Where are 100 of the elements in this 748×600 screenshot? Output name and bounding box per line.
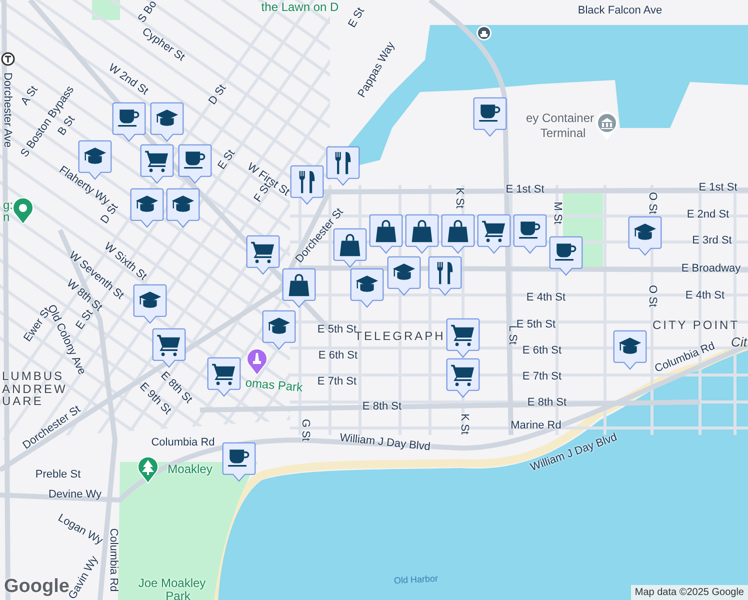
street-name: O St	[646, 192, 658, 214]
street-name: E 7th St	[522, 372, 562, 382]
graduation-cap-icon	[634, 224, 656, 240]
park-name: Park	[166, 590, 190, 600]
street-name: E 6th St	[522, 346, 562, 356]
shopping-bag-map-pin[interactable]	[333, 228, 367, 268]
street-name: E St	[74, 308, 96, 332]
shopping-bag-map-pin[interactable]	[369, 214, 403, 254]
street-name: K St	[454, 188, 464, 208]
street-name: Dorchester Ave	[2, 72, 12, 148]
fork-knife-map-pin[interactable]	[326, 146, 360, 186]
neighborhood-name: TELEGRAPH	[354, 330, 446, 342]
street-name: E 3rd St	[692, 236, 732, 246]
cup-icon	[184, 152, 206, 169]
place-name: Cit	[731, 336, 747, 348]
graduation-cap-map-pin[interactable]	[150, 102, 184, 142]
cup-map-pin[interactable]	[473, 97, 507, 137]
fork-knife-icon	[299, 170, 315, 194]
street-name: E St	[347, 6, 367, 30]
street-name: M St	[552, 202, 562, 224]
cup-map-pin[interactable]	[112, 102, 146, 142]
street-name: E 4th St	[685, 290, 725, 302]
shopping-bag-icon	[412, 220, 432, 242]
shopping-cart-icon	[212, 364, 236, 386]
shopping-cart-map-pin[interactable]	[140, 144, 174, 184]
street-name: William J Day Blvd	[529, 432, 619, 474]
shopping-bag-map-pin[interactable]	[405, 214, 439, 254]
neighborhood-name: UARE	[2, 395, 44, 407]
shopping-cart-icon	[157, 334, 180, 356]
graduation-cap-icon	[138, 292, 162, 308]
street-name: K St	[458, 414, 470, 434]
shopping-cart-map-pin[interactable]	[446, 358, 480, 398]
graduation-cap-map-pin[interactable]	[133, 284, 167, 324]
transit-station-icon	[1, 52, 15, 66]
fork-knife-map-pin[interactable]	[290, 165, 324, 205]
graduation-cap-icon	[392, 264, 416, 280]
graduation-cap-icon	[172, 196, 194, 212]
cup-icon	[518, 222, 540, 239]
street-name: W 2nd St	[106, 62, 150, 98]
shopping-cart-map-pin[interactable]	[152, 328, 186, 368]
park-name: n	[3, 211, 10, 223]
shopping-bag-icon	[448, 220, 468, 242]
shopping-bag-map-pin[interactable]	[282, 268, 316, 308]
fork-knife-map-pin[interactable]	[428, 256, 462, 296]
museum-icon	[595, 111, 619, 141]
street-name: E 8th St	[527, 398, 567, 408]
cup-map-pin[interactable]	[549, 236, 583, 276]
shopping-bag-icon	[376, 220, 396, 242]
street-name: Marine Rd	[510, 420, 562, 432]
shopping-bag-icon	[288, 274, 310, 296]
google-logo: Google	[4, 576, 70, 597]
park-name: the Lawn on D	[261, 1, 339, 13]
street-name: E 6th St	[318, 350, 358, 362]
cup-icon	[118, 110, 140, 127]
neighborhood-name: CITY POINT	[652, 319, 740, 331]
shopping-cart-icon	[482, 220, 506, 242]
shopping-cart-map-pin[interactable]	[446, 318, 480, 358]
street-name: E Broadway	[681, 264, 741, 274]
graduation-cap-map-pin[interactable]	[166, 188, 200, 228]
graduation-cap-map-pin[interactable]	[350, 268, 384, 308]
cup-icon	[228, 450, 250, 467]
graduation-cap-map-pin[interactable]	[130, 188, 164, 228]
street-name: E 1st St	[698, 182, 738, 194]
graduation-cap-map-pin[interactable]	[613, 330, 647, 370]
park-name: Joe Moakley	[138, 577, 206, 589]
street-name: Columbia Rd	[151, 438, 215, 448]
street-name: William J Day Blvd	[339, 432, 431, 454]
shopping-cart-icon	[451, 324, 474, 346]
street-name: Columbia Rd	[108, 528, 118, 592]
street-name: A St	[20, 84, 40, 108]
graduation-cap-map-pin[interactable]	[387, 256, 421, 296]
graduation-cap-map-pin[interactable]	[628, 216, 662, 256]
street-name: E 7th St	[317, 376, 357, 388]
shopping-bag-icon	[340, 234, 360, 256]
map-attribution[interactable]: Map data ©2025 Google	[630, 585, 748, 600]
park-name: g:	[3, 199, 14, 211]
shopping-cart-map-pin[interactable]	[246, 235, 280, 275]
graduation-cap-icon	[618, 338, 642, 354]
graduation-cap-icon	[156, 110, 178, 126]
cup-map-pin[interactable]	[513, 214, 547, 254]
street-name: G St	[300, 419, 310, 441]
cup-map-pin[interactable]	[178, 144, 212, 184]
street-name: E 2nd St	[686, 210, 730, 220]
street-name: Devine Wy	[48, 490, 102, 500]
street-name: S Bo	[136, 0, 160, 25]
cup-map-pin[interactable]	[222, 442, 256, 482]
street-name: E 5th St	[317, 324, 357, 336]
shopping-cart-map-pin[interactable]	[207, 357, 241, 397]
street-name: O St	[646, 285, 658, 307]
monument-icon	[246, 348, 268, 376]
graduation-cap-map-pin[interactable]	[262, 310, 296, 350]
graduation-cap-icon	[136, 196, 158, 212]
park-name: Moakley	[168, 463, 212, 475]
shopping-cart-map-pin[interactable]	[477, 214, 511, 254]
fork-knife-icon	[335, 152, 351, 174]
shopping-cart-icon	[145, 150, 168, 172]
place-name: Terminal	[540, 127, 586, 139]
ferry-icon	[476, 25, 492, 41]
map-view[interactable]	[0, 0, 748, 600]
shopping-bag-map-pin[interactable]	[441, 214, 475, 254]
